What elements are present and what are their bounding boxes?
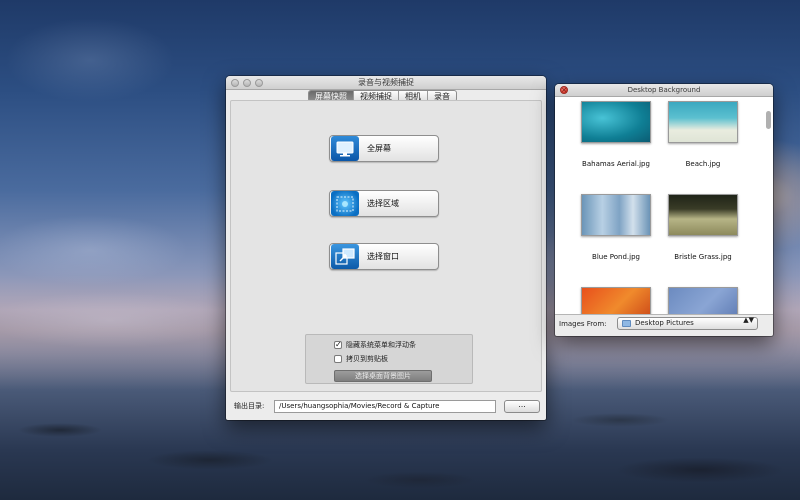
chevron-updown-icon: ▲▼: [743, 316, 754, 324]
copy-clipboard-checkbox[interactable]: [334, 355, 342, 363]
close-button[interactable]: [231, 79, 239, 87]
window-select-icon: [331, 244, 359, 269]
output-row: 输出目录: /Users/huangsophia/Movies/Record &…: [226, 398, 546, 414]
thumbnail-caption: Bahamas Aerial.jpg: [582, 160, 650, 168]
close-button[interactable]: [560, 86, 568, 94]
folder-icon: [622, 320, 631, 327]
browse-button[interactable]: ...: [504, 400, 540, 413]
images-from-select[interactable]: Desktop Pictures ▲▼: [617, 317, 758, 330]
select-region-label: 选择区域: [367, 199, 399, 208]
choose-desktop-background-button[interactable]: 选择桌面背景图片: [334, 370, 432, 382]
window-title: 录音与视频捕捉: [358, 78, 414, 87]
region-icon: [331, 191, 359, 216]
minimize-button[interactable]: [243, 79, 251, 87]
fullscreen-label: 全屏幕: [367, 144, 391, 153]
window-controls: [560, 86, 568, 94]
capture-window-titlebar[interactable]: 录音与视频捕捉: [226, 76, 546, 90]
thumbnail-beach[interactable]: [668, 101, 738, 143]
thumbnail-caption: Bristle Grass.jpg: [674, 253, 732, 261]
select-region-button[interactable]: 选择区域: [329, 190, 439, 217]
select-window-button[interactable]: 选择窗口: [329, 243, 439, 270]
hide-menu-option[interactable]: ✓ 隐藏系统菜单和浮动条: [334, 340, 416, 350]
screenshot-panel: 全屏幕 选择区域 选择窗口 ✓ 隐藏系统菜单和浮动条 拷贝到剪贴板 选择桌面背景…: [230, 100, 542, 392]
capture-window: 录音与视频捕捉 屏幕快照 视频捕捉 相机 录音 全屏幕 选择区域 选择窗口 ✓ …: [226, 76, 546, 420]
output-directory-label: 输出目录:: [234, 402, 265, 410]
image-grid: Bahamas Aerial.jpg Beach.jpg Blue Pond.j…: [555, 97, 773, 315]
thumbnail-partial[interactable]: [581, 287, 651, 314]
hide-menu-checkbox[interactable]: ✓: [334, 341, 342, 349]
output-path-field[interactable]: /Users/huangsophia/Movies/Record & Captu…: [274, 400, 496, 413]
zoom-button[interactable]: [255, 79, 263, 87]
thumbnail-caption: Beach.jpg: [685, 160, 721, 168]
thumbnail-partial[interactable]: [668, 287, 738, 314]
select-window-label: 选择窗口: [367, 252, 399, 261]
window-controls: [231, 79, 263, 87]
desktop-background-window: Desktop Background Bahamas Aerial.jpg Be…: [555, 84, 773, 336]
hide-menu-label: 隐藏系统菜单和浮动条: [346, 341, 416, 349]
copy-clipboard-label: 拷贝到剪贴板: [346, 355, 388, 363]
thumbnail-blue-pond[interactable]: [581, 194, 651, 236]
images-from-label: Images From:: [559, 320, 607, 328]
thumbnail-bahamas-aerial[interactable]: [581, 101, 651, 143]
desktop-background-titlebar[interactable]: Desktop Background: [555, 84, 773, 97]
monitor-icon: [331, 136, 359, 161]
thumbnail-caption: Blue Pond.jpg: [592, 253, 640, 261]
scrollbar-thumb[interactable]: [766, 111, 771, 129]
images-from-value: Desktop Pictures: [635, 319, 694, 327]
thumbnail-bristle-grass[interactable]: [668, 194, 738, 236]
window-title: Desktop Background: [627, 86, 701, 94]
fullscreen-button[interactable]: 全屏幕: [329, 135, 439, 162]
options-box: ✓ 隐藏系统菜单和浮动条 拷贝到剪贴板 选择桌面背景图片: [305, 334, 473, 384]
copy-clipboard-option[interactable]: 拷贝到剪贴板: [334, 354, 388, 364]
